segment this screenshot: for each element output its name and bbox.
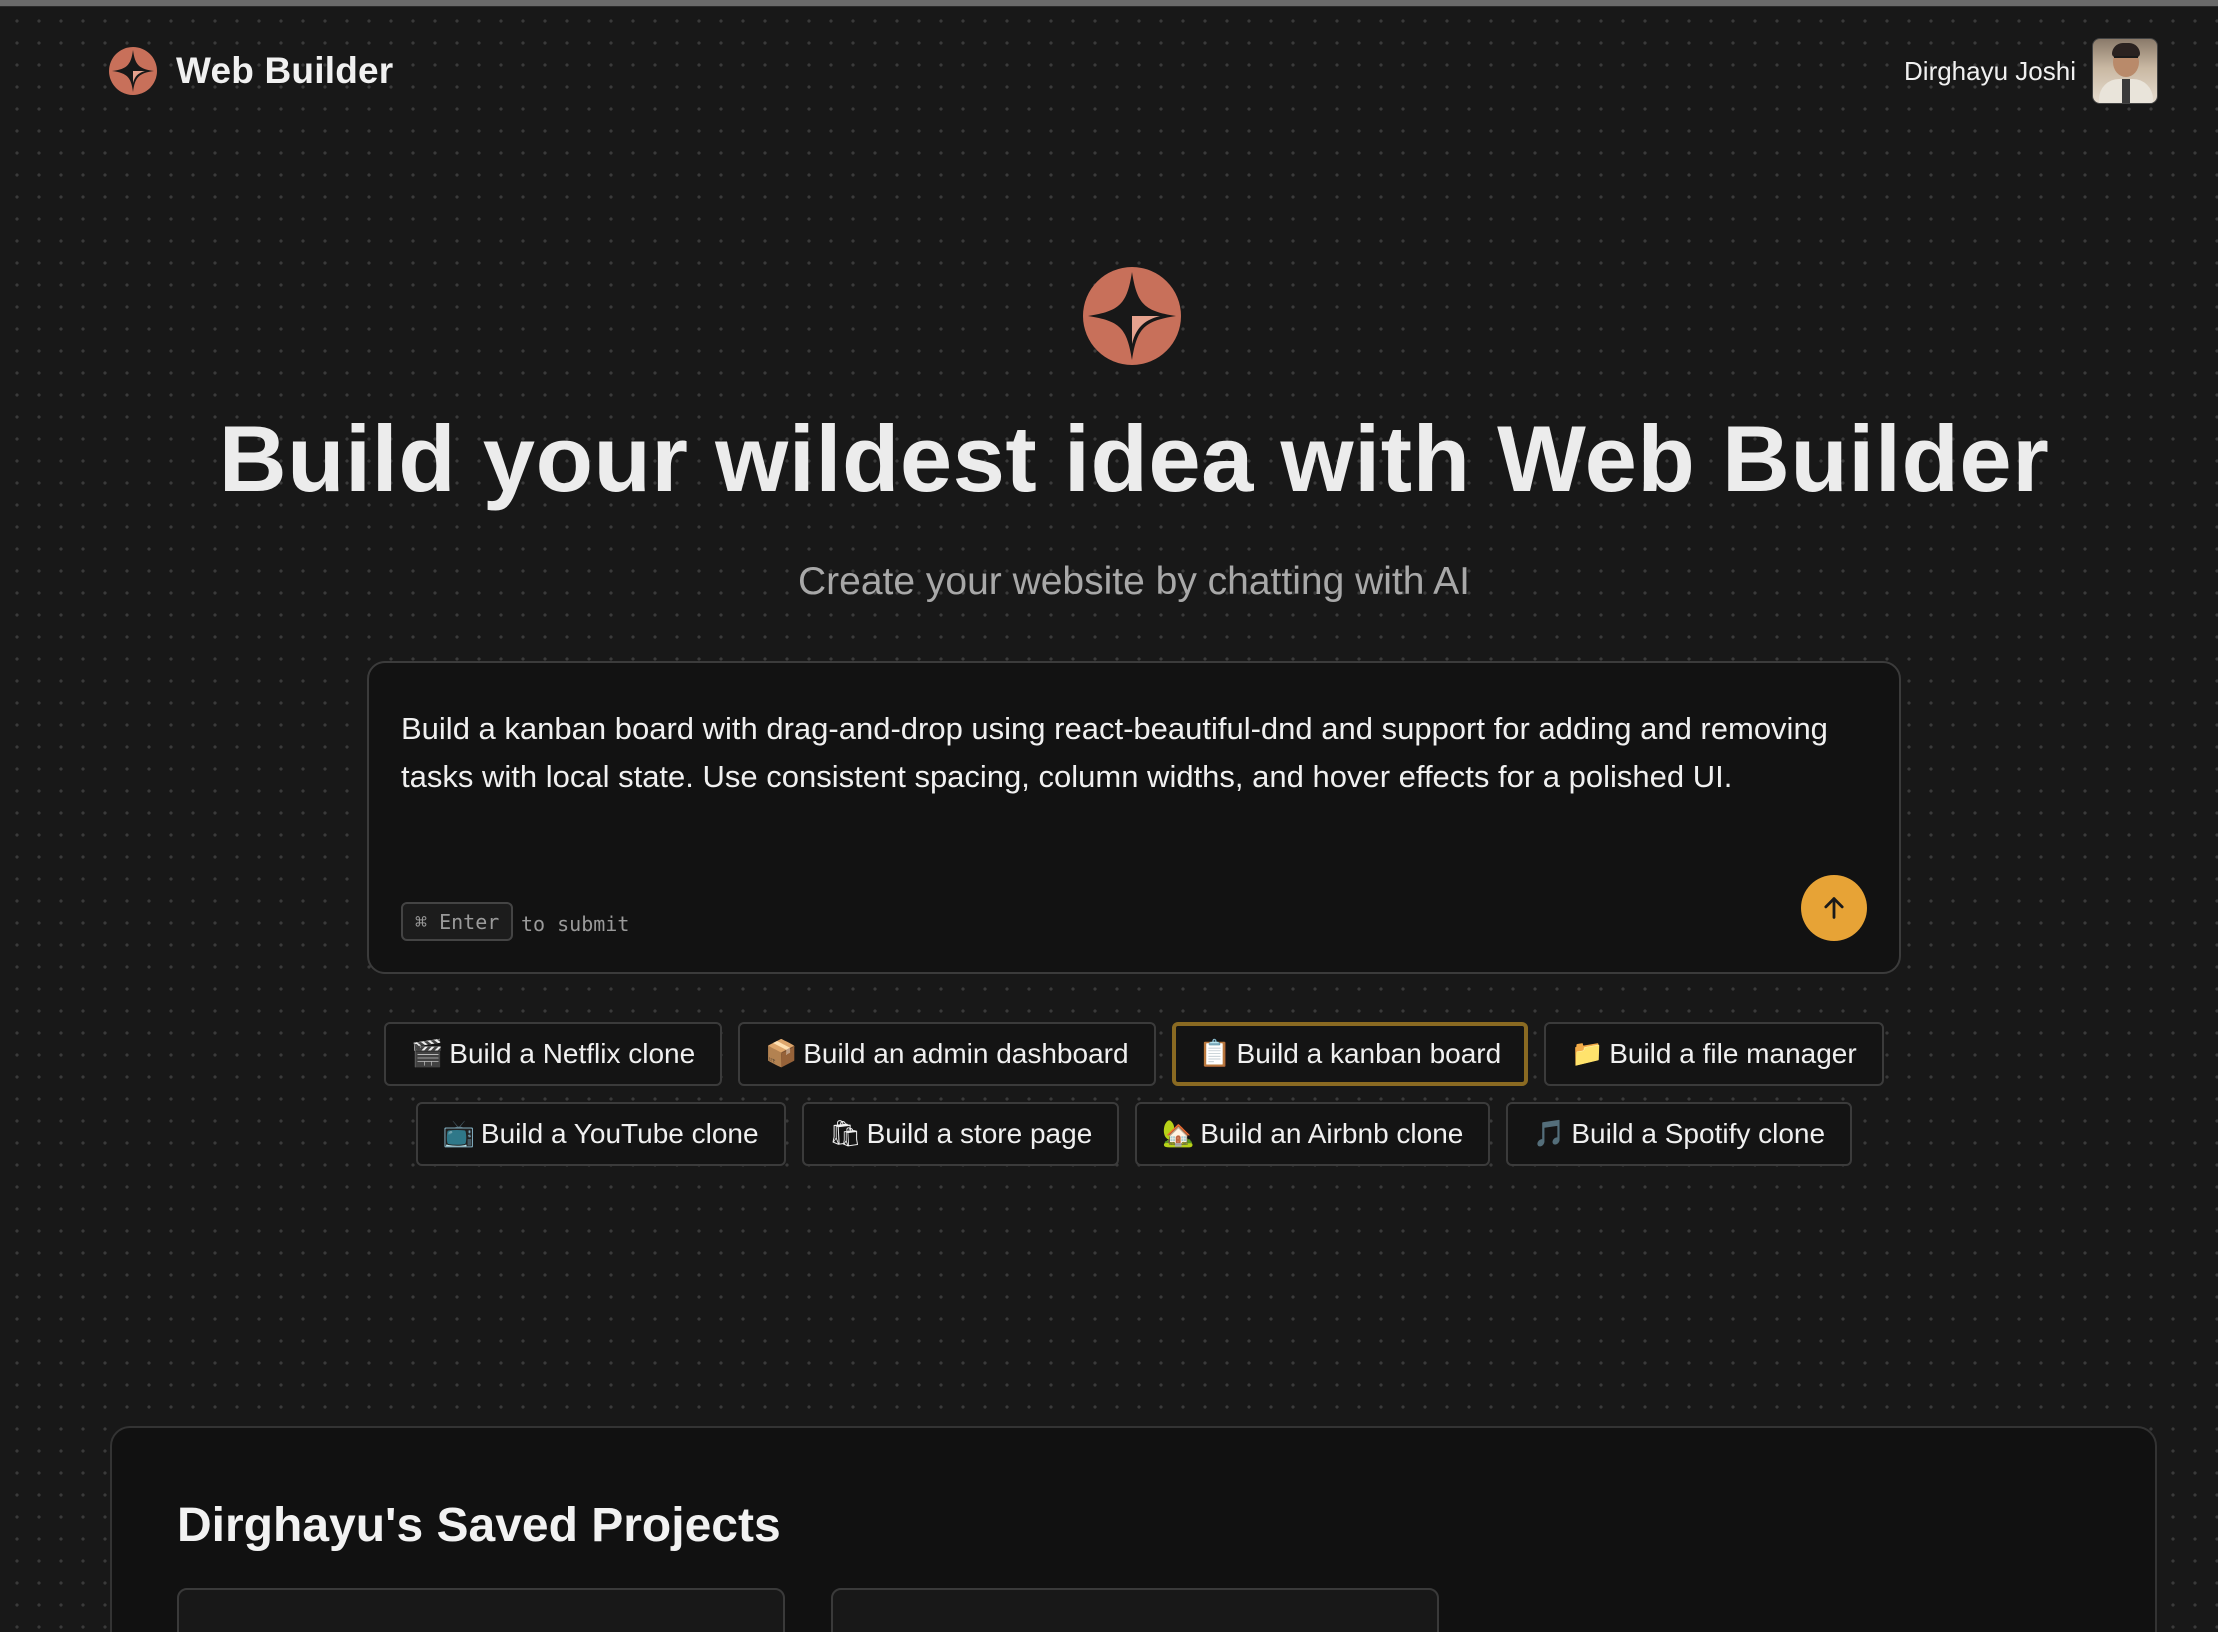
brand[interactable]: Web Builder (108, 46, 393, 96)
suggestion-spotify-clone[interactable]: 🎵 Build a Spotify clone (1506, 1102, 1853, 1166)
page-title: Build your wildest idea with Web Builder (218, 406, 2050, 511)
arrow-up-icon (1824, 897, 1844, 919)
shopping-bags-icon: 🛍 (828, 1119, 862, 1149)
suggestion-label: Build a YouTube clone (480, 1118, 759, 1149)
saved-projects-panel: Dirghayu's Saved Projects (110, 1426, 2157, 1632)
suggestion-netflix-clone[interactable]: 🎬 Build a Netflix clone (384, 1022, 723, 1086)
prompt-box: Build a kanban board with drag-and-drop … (367, 661, 1901, 974)
suggestion-youtube-clone[interactable]: 📺 Build a YouTube clone (415, 1102, 786, 1166)
suggestion-store-page[interactable]: 🛍 Build a store page (801, 1102, 1120, 1166)
suggestion-kanban-board[interactable]: 📋 Build a kanban board (1171, 1022, 1529, 1086)
suggestion-label: Build a Spotify clone (1571, 1118, 1826, 1149)
house-icon: 🏡 (1162, 1119, 1195, 1149)
saved-projects-title: Dirghayu's Saved Projects (177, 1499, 781, 1552)
suggestion-label: Build an admin dashboard (803, 1038, 1129, 1069)
suggestions-row-1: 🎬 Build a Netflix clone 📦 Build an admin… (0, 1022, 2218, 1086)
avatar[interactable] (2092, 38, 2158, 104)
sparkle-logo-icon (109, 47, 157, 95)
clipboard-icon: 📋 (1198, 1039, 1231, 1069)
television-icon: 📺 (442, 1119, 476, 1149)
submit-button[interactable] (1801, 875, 1867, 941)
clapperboard-icon: 🎬 (411, 1039, 444, 1069)
sparkle-hero-icon (1083, 267, 1181, 365)
project-card[interactable] (831, 1588, 1439, 1632)
page-subtitle: Create your website by chatting with AI (797, 560, 1470, 603)
folder-icon: 📁 (1571, 1039, 1604, 1069)
package-icon: 📦 (765, 1039, 798, 1069)
prompt-input[interactable]: Build a kanban board with drag-and-drop … (401, 705, 1881, 801)
user-menu[interactable]: Dirghayu Joshi (1904, 38, 2158, 104)
music-note-icon: 🎵 (1533, 1119, 1566, 1149)
window-top-border (0, 0, 2218, 7)
shortcut-key: ⌘ Enter (401, 902, 514, 941)
shortcut-hint: to submit (521, 912, 630, 936)
suggestion-airbnb-clone[interactable]: 🏡 Build an Airbnb clone (1135, 1102, 1491, 1166)
suggestion-admin-dashboard[interactable]: 📦 Build an admin dashboard (738, 1022, 1156, 1086)
suggestion-label: Build a store page (866, 1118, 1093, 1149)
user-name: Dirghayu Joshi (1904, 55, 2076, 86)
app-name: Web Builder (176, 50, 394, 91)
project-card[interactable] (177, 1588, 785, 1632)
suggestion-label: Build a Netflix clone (449, 1038, 696, 1069)
suggestion-label: Build a kanban board (1236, 1038, 1502, 1069)
suggestion-file-manager[interactable]: 📁 Build a file manager (1544, 1022, 1884, 1086)
suggestion-label: Build an Airbnb clone (1200, 1118, 1464, 1149)
suggestions-row-2: 📺 Build a YouTube clone 🛍 Build a store … (0, 1102, 2218, 1166)
suggestion-label: Build a file manager (1609, 1038, 1857, 1069)
